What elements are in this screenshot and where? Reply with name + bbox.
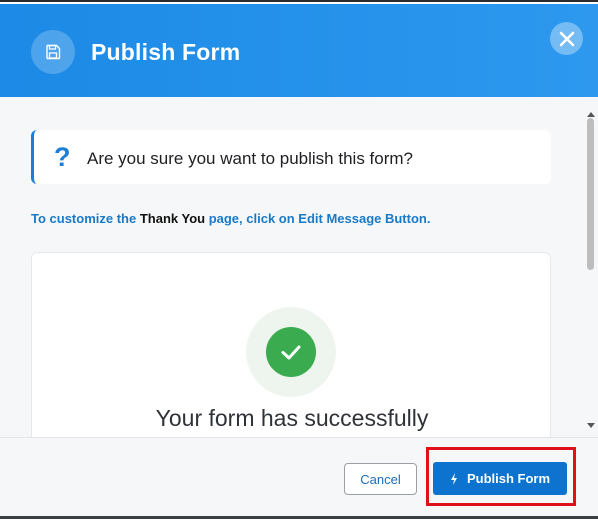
- question-text: Are you sure you want to publish this fo…: [87, 149, 413, 168]
- scroll-down-arrow-icon[interactable]: [586, 422, 595, 430]
- dialog-footer: Cancel Publish Form: [0, 437, 598, 516]
- confirmation-question: ? Are you sure you want to publish this …: [31, 130, 551, 184]
- cancel-button[interactable]: Cancel: [344, 463, 417, 495]
- check-icon: [266, 327, 316, 377]
- publish-button-label: Publish Form: [466, 471, 551, 486]
- success-badge: [246, 307, 336, 397]
- customize-hint: To customize the Thank You page, click o…: [31, 211, 430, 226]
- scroll-thumb[interactable]: [587, 118, 594, 270]
- publish-form-dialog: Publish Form ? Are you sure you want to …: [0, 0, 598, 516]
- close-icon: [559, 31, 574, 46]
- publish-form-button[interactable]: Publish Form: [433, 462, 567, 495]
- question-mark-icon: ?: [54, 142, 71, 172]
- dialog-title: Publish Form: [91, 39, 241, 65]
- dialog-header: Publish Form: [0, 4, 598, 97]
- thank-you-preview: Your form has successfully: [31, 252, 551, 437]
- hint-text-start: To customize the: [31, 211, 140, 226]
- hint-text-end: page, click on Edit Message Button.: [205, 211, 431, 226]
- scroll-up-arrow-icon[interactable]: [586, 110, 595, 118]
- hint-thank-you: Thank You: [139, 211, 206, 226]
- body-scrollbar[interactable]: [585, 110, 596, 435]
- close-button[interactable]: [550, 22, 583, 55]
- save-icon: [31, 30, 75, 74]
- dialog-body: ? Are you sure you want to publish this …: [0, 97, 598, 437]
- bolt-icon: [450, 472, 457, 485]
- success-message: Your form has successfully: [155, 405, 429, 431]
